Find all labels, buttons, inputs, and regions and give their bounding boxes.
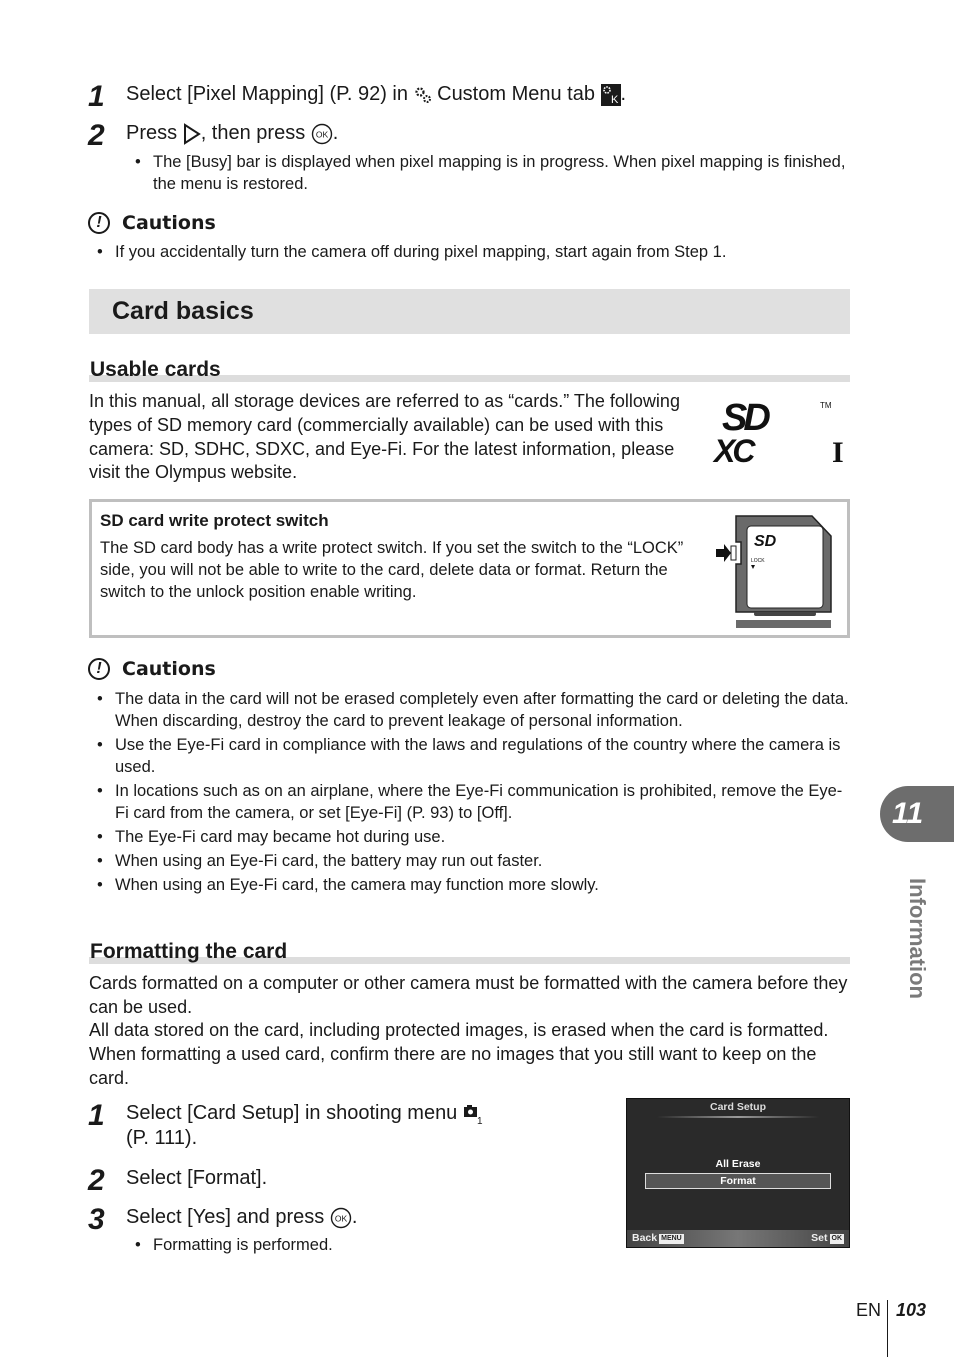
menu-item-all-erase[interactable]: All Erase bbox=[627, 1158, 849, 1170]
formatting-body-1: Cards formatted on a computer or other c… bbox=[89, 973, 848, 1017]
cautions-list: If you accidentally turn the camera off … bbox=[89, 241, 849, 263]
custom-menu-tab-k-icon: K bbox=[600, 83, 621, 106]
sdxc-logo-icon: SD TM XC I bbox=[712, 397, 844, 466]
uhs-class-text: I bbox=[832, 436, 844, 466]
write-protect-info-box: SD card write protect switch The SD card… bbox=[89, 499, 850, 638]
cautions-heading: ! Cautions bbox=[88, 658, 216, 680]
list-item: In locations such as on an airplane, whe… bbox=[89, 780, 849, 824]
format-step-2: 2 Select [Format]. bbox=[88, 1166, 267, 1196]
list-item: When using an Eye-Fi card, the battery m… bbox=[89, 850, 849, 872]
list-item: Use the Eye-Fi card in compliance with t… bbox=[89, 734, 849, 778]
ok-button-icon: OK bbox=[330, 1207, 352, 1228]
list-item: If you accidentally turn the camera off … bbox=[89, 241, 849, 263]
format-step-1: 1 Select [Card Setup] in shooting menu 1… bbox=[88, 1101, 546, 1151]
list-item: Formatting is performed. bbox=[127, 1234, 527, 1256]
screen-footer: Back MENU Set OK bbox=[627, 1230, 849, 1247]
arrow-right-icon bbox=[716, 544, 731, 562]
pixel-mapping-notes: The [Busy] bar is displayed when pixel m… bbox=[127, 151, 847, 195]
cautions-label: Cautions bbox=[122, 658, 216, 680]
list-item: The [Busy] bar is displayed when pixel m… bbox=[127, 151, 847, 195]
step-text-part: . bbox=[332, 122, 339, 144]
section-title: Card basics bbox=[112, 297, 254, 325]
step-text-part: Press bbox=[126, 122, 183, 144]
back-label: Back bbox=[632, 1232, 658, 1244]
menu-item-format[interactable]: Format bbox=[645, 1173, 831, 1189]
step-text-part: . bbox=[351, 1206, 358, 1228]
cautions-label: Cautions bbox=[122, 212, 216, 234]
heading-text: Formatting the card bbox=[90, 940, 288, 963]
pixel-mapping-step-2: 2 Press , then press OK. bbox=[88, 121, 338, 151]
step-text-part: Select [Yes] and press bbox=[126, 1206, 330, 1228]
svg-text:1: 1 bbox=[477, 1116, 483, 1125]
menu-key-icon: MENU bbox=[659, 1234, 684, 1244]
step-number: 1 bbox=[88, 1099, 105, 1132]
lock-label: LOCK bbox=[751, 558, 765, 564]
step-text-part: Select [Card Setup] in shooting menu bbox=[126, 1102, 463, 1124]
back-hint[interactable]: Back MENU bbox=[632, 1232, 684, 1244]
usable-cards-body: In this manual, all storage devices are … bbox=[89, 391, 680, 483]
step-text: Select [Yes] and press OK. bbox=[126, 1205, 357, 1230]
formatting-body-2: All data stored on the card, including p… bbox=[89, 1020, 829, 1088]
step-text-part: Custom Menu tab bbox=[431, 83, 601, 105]
step-text: Select [Card Setup] in shooting menu 1 (P… bbox=[126, 1101, 546, 1151]
section-header: Card basics bbox=[89, 289, 850, 334]
format-step-3: 3 Select [Yes] and press OK. bbox=[88, 1205, 357, 1235]
title-rule bbox=[657, 1116, 819, 1118]
heading-text: Usable cards bbox=[90, 358, 221, 381]
svg-text:K: K bbox=[611, 94, 619, 106]
step-text-part: . bbox=[620, 83, 627, 105]
page-number: 103 bbox=[896, 1300, 927, 1320]
chapter-number: 11 bbox=[892, 797, 924, 830]
list-item: The Eye-Fi card may became hot during us… bbox=[89, 826, 849, 848]
step-text: Select [Pixel Mapping] (P. 92) in Custom… bbox=[126, 82, 626, 107]
step-number: 1 bbox=[88, 80, 105, 113]
list-item: When using an Eye-Fi card, the camera ma… bbox=[89, 874, 849, 896]
ok-button-icon: OK bbox=[311, 123, 332, 144]
camera-card-setup-screen: Card Setup All Erase Format Back MENU Set… bbox=[626, 1098, 850, 1248]
step-text: Select [Format]. bbox=[126, 1167, 268, 1189]
list-item: The data in the card will not be erased … bbox=[89, 688, 849, 732]
sd-card-logo: SD bbox=[754, 533, 777, 550]
formatting-heading: Formatting the card bbox=[89, 934, 850, 964]
step-number: 3 bbox=[88, 1203, 105, 1236]
sd-card-bottom bbox=[736, 620, 831, 628]
shooting-menu-1-icon: 1 bbox=[463, 1104, 483, 1125]
chapter-label: Information bbox=[905, 878, 930, 999]
caution-icon: ! bbox=[88, 658, 110, 680]
set-hint[interactable]: Set OK bbox=[811, 1232, 844, 1244]
footer-separator bbox=[887, 1300, 888, 1357]
cautions-heading: ! Cautions bbox=[88, 212, 216, 234]
usable-cards-heading: Usable cards bbox=[89, 352, 850, 382]
sd-card-illustration: SD LOCK bbox=[716, 515, 832, 628]
svg-text:OK: OK bbox=[335, 1213, 348, 1223]
cautions-list: The data in the card will not be erased … bbox=[89, 688, 849, 898]
language-label: EN bbox=[856, 1300, 882, 1320]
step-text-part: (P. 111). bbox=[126, 1127, 198, 1149]
step-text: Press , then press OK. bbox=[126, 121, 338, 146]
sd-card-contact bbox=[754, 612, 816, 616]
screen-title: Card Setup bbox=[709, 1101, 766, 1113]
pixel-mapping-step-1: 1 Select [Pixel Mapping] (P. 92) in Cust… bbox=[88, 82, 626, 112]
step-number: 2 bbox=[88, 1164, 105, 1197]
info-box-body: The SD card body has a write protect swi… bbox=[100, 539, 684, 601]
custom-menu-gear-icon bbox=[414, 87, 431, 103]
xc-logo-text: XC bbox=[712, 433, 756, 466]
set-label: Set bbox=[811, 1232, 828, 1244]
right-arrow-button-icon bbox=[183, 122, 201, 145]
format-notes: Formatting is performed. bbox=[127, 1234, 527, 1256]
svg-text:OK: OK bbox=[316, 129, 329, 139]
info-box-title: SD card write protect switch bbox=[100, 511, 329, 530]
chapter-tab[interactable]: 11 bbox=[880, 786, 954, 842]
write-protect-switch bbox=[730, 545, 737, 561]
caution-icon: ! bbox=[88, 212, 110, 234]
ok-key-icon: OK bbox=[829, 1234, 844, 1244]
step-number: 2 bbox=[88, 119, 105, 152]
step-text-part: , then press bbox=[200, 122, 311, 144]
trademark-text: TM bbox=[820, 401, 832, 410]
step-text-part: Select [Pixel Mapping] (P. 92) in bbox=[126, 83, 414, 105]
